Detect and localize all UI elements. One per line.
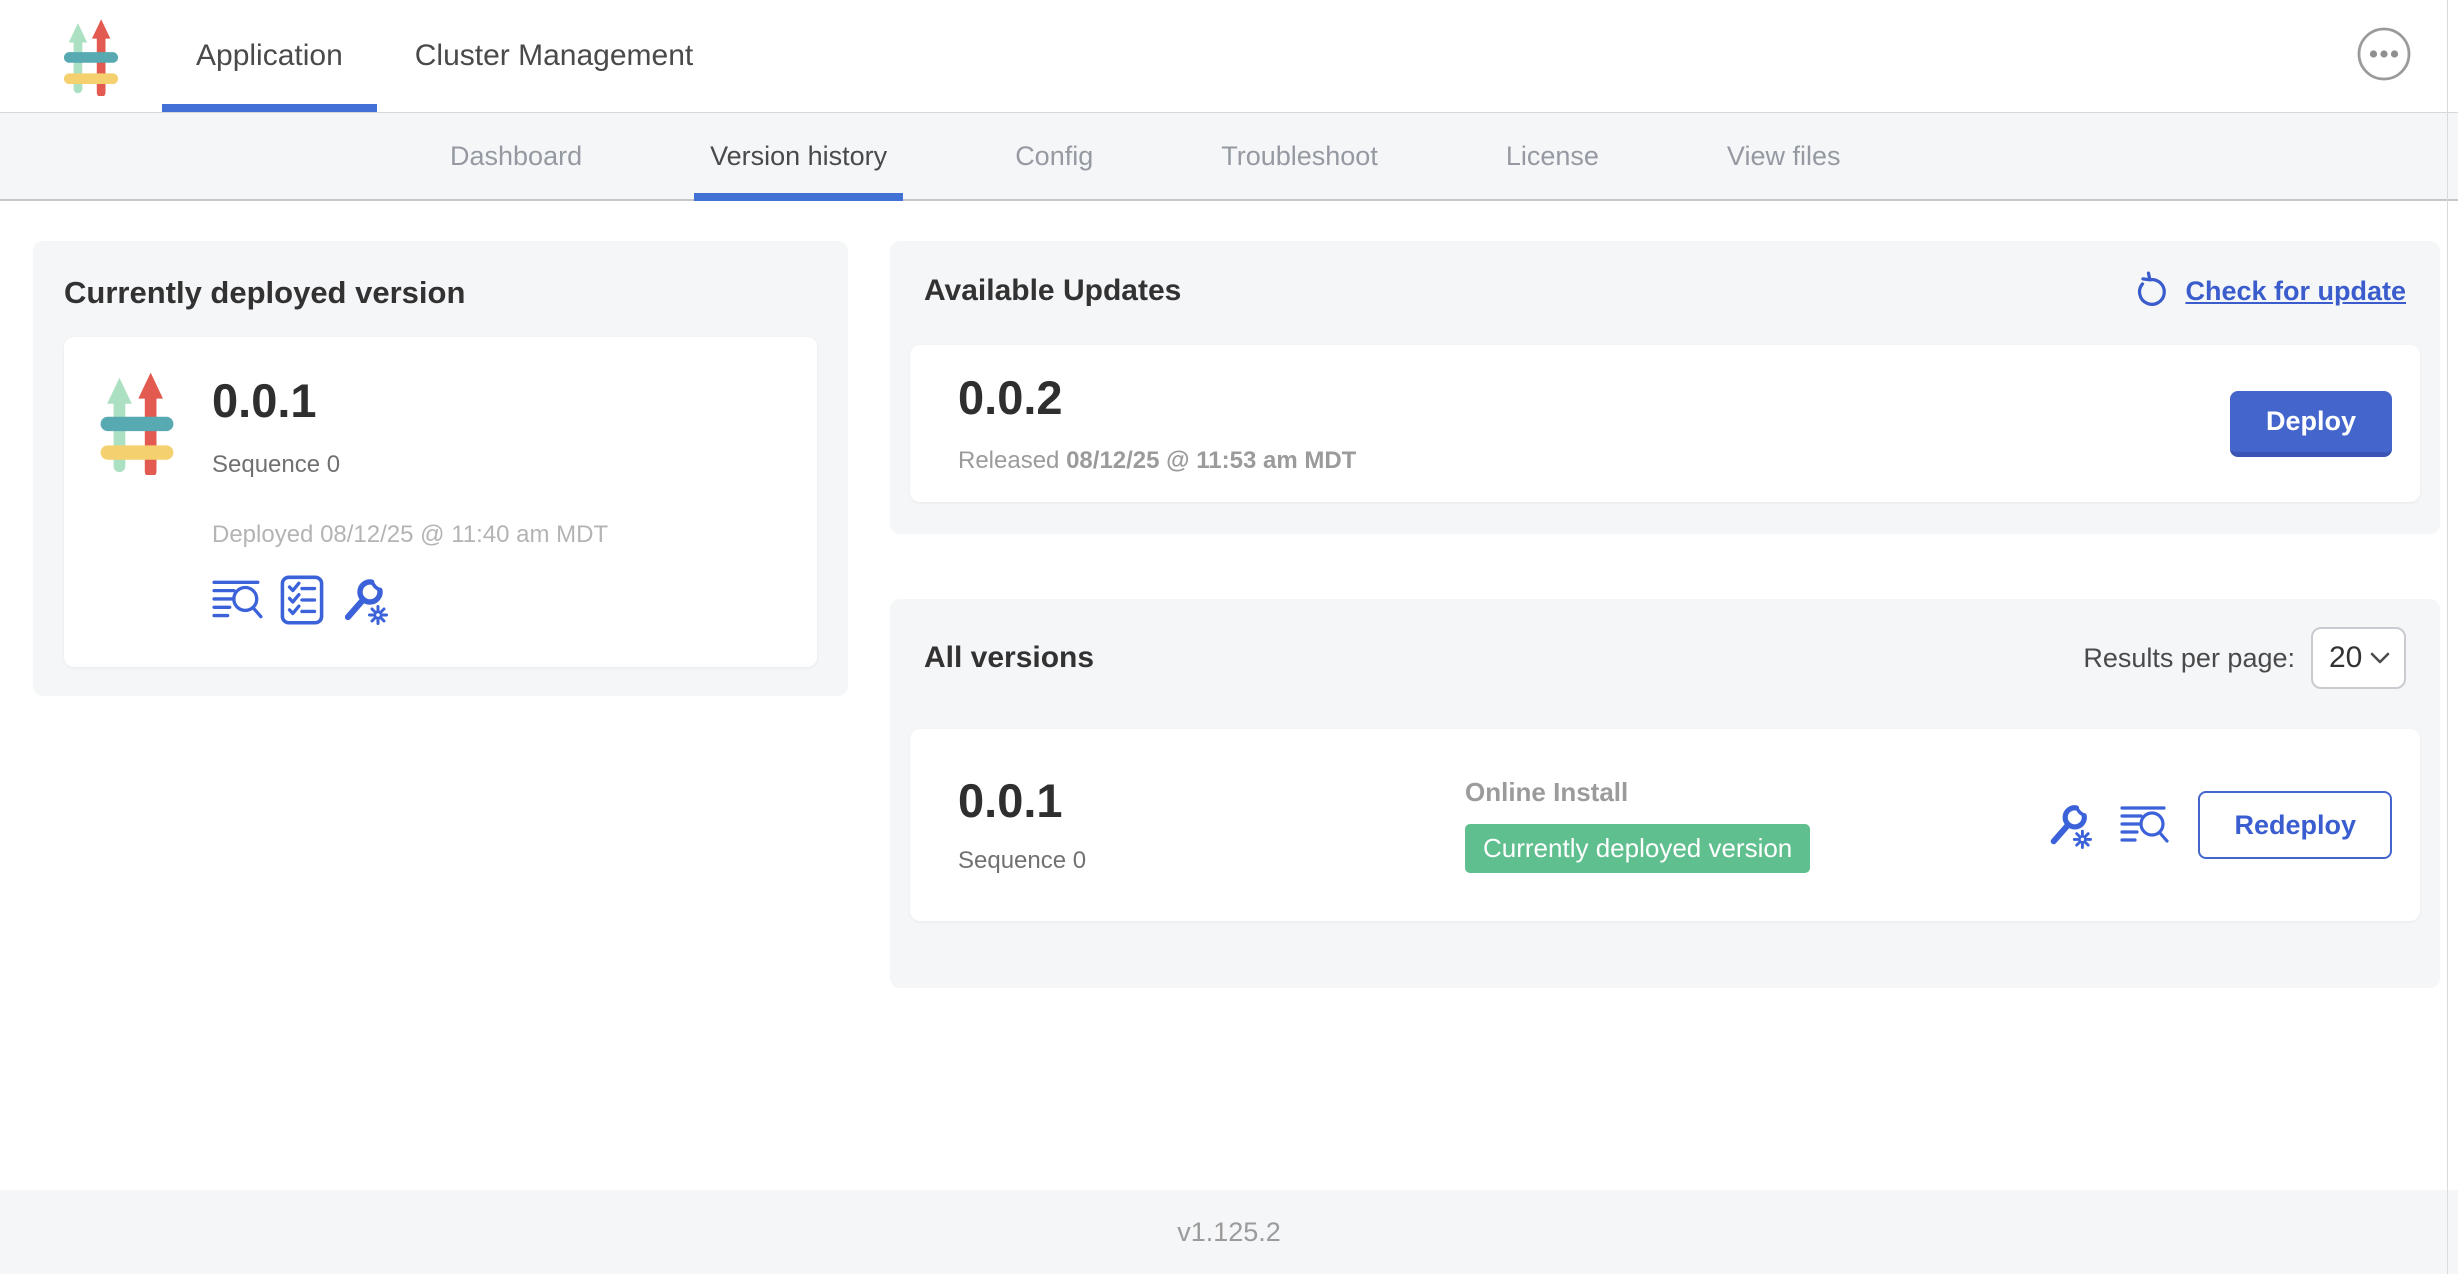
version-row: 0.0.1 Sequence 0 Online Install Currentl… [910, 729, 2420, 921]
row-version-number: 0.0.1 [958, 775, 1465, 827]
app-logo-icon [62, 16, 120, 96]
preflight-checks-icon [280, 575, 324, 625]
current-version-deployed-date: Deployed 08/12/25 @ 11:40 am MDT [212, 521, 608, 549]
available-updates-title: Available Updates [924, 274, 1181, 308]
results-per-page: Results per page: 20 [2083, 627, 2406, 689]
row-version-sequence: Sequence 0 [958, 847, 1465, 875]
released-prefix: Released [958, 447, 1066, 474]
current-version-panel: Currently deployed version 0.0.1 Sequenc… [33, 241, 848, 696]
tab-cluster-management-label: Cluster Management [415, 39, 693, 73]
tab-application[interactable]: Application [160, 0, 379, 112]
current-version-actions [212, 575, 608, 625]
more-menu-button[interactable] [2356, 26, 2412, 82]
subnav-version-history-label: Version history [710, 141, 887, 172]
subnav-tab-view-files[interactable]: View files [1663, 113, 1905, 199]
app-subnav: Dashboard Version history Config Trouble… [0, 113, 2458, 201]
results-per-page-select[interactable]: 20 [2311, 627, 2406, 689]
footer: v1.125.2 [0, 1190, 2458, 1274]
release-notes-icon [212, 577, 264, 623]
navbar-right [2356, 26, 2412, 87]
preflight-checks-button[interactable] [280, 575, 324, 625]
main-content: Currently deployed version 0.0.1 Sequenc… [0, 201, 2458, 1190]
subnav-config-label: Config [1015, 141, 1093, 172]
version-row-status: Online Install Currently deployed versio… [1465, 777, 1810, 873]
current-version-title: Currently deployed version [64, 275, 817, 311]
update-version-number: 0.0.2 [958, 372, 1356, 424]
subnav-dashboard-label: Dashboard [450, 141, 582, 172]
install-type-label: Online Install [1465, 777, 1810, 808]
versions-column: Available Updates Check for update 0.0.2… [890, 241, 2440, 1190]
available-updates-panel: Available Updates Check for update 0.0.2… [890, 241, 2440, 534]
subnav-tab-dashboard[interactable]: Dashboard [386, 113, 646, 199]
app-logo-icon [98, 369, 176, 475]
deploy-button[interactable]: Deploy [2230, 391, 2392, 457]
subnav-tab-version-history[interactable]: Version history [646, 113, 951, 199]
release-notes-icon [2120, 803, 2170, 847]
top-navbar: Application Cluster Management [0, 0, 2458, 113]
subnav-tab-license[interactable]: License [1442, 113, 1663, 199]
available-updates-header: Available Updates Check for update [910, 271, 2420, 311]
all-versions-title: All versions [924, 641, 1094, 675]
scrollbar-edge [2447, 0, 2448, 1274]
row-config-button[interactable] [2046, 801, 2092, 849]
ellipsis-circle-icon [2356, 26, 2412, 82]
current-version-sequence: Sequence 0 [212, 451, 608, 479]
currently-deployed-badge: Currently deployed version [1465, 824, 1810, 873]
version-row-actions: Redeploy [2046, 791, 2392, 859]
config-wrench-icon [340, 575, 388, 625]
update-info: 0.0.2 Released 08/12/25 @ 11:53 am MDT [958, 372, 1356, 476]
version-row-info: 0.0.1 Sequence 0 [958, 775, 1465, 875]
release-notes-button[interactable] [212, 577, 264, 623]
redeploy-button[interactable]: Redeploy [2198, 791, 2392, 859]
all-versions-header: All versions Results per page: 20 [910, 627, 2420, 689]
config-wrench-icon [2046, 801, 2092, 849]
tab-application-label: Application [196, 39, 343, 73]
released-date: 08/12/25 @ 11:53 am MDT [1066, 447, 1356, 474]
update-card: 0.0.2 Released 08/12/25 @ 11:53 am MDT D… [910, 345, 2420, 502]
primary-tabs: Application Cluster Management [160, 0, 729, 112]
view-config-button[interactable] [340, 575, 388, 625]
current-version-column: Currently deployed version 0.0.1 Sequenc… [33, 241, 848, 1190]
subnav-tab-troubleshoot[interactable]: Troubleshoot [1157, 113, 1442, 199]
update-released-date: Released 08/12/25 @ 11:53 am MDT [958, 447, 1356, 475]
current-version-card: 0.0.1 Sequence 0 Deployed 08/12/25 @ 11:… [64, 337, 817, 667]
subnav-view-files-label: View files [1727, 141, 1841, 172]
subnav-license-label: License [1506, 141, 1599, 172]
chevron-down-icon [2370, 652, 2390, 664]
subnav-troubleshoot-label: Troubleshoot [1221, 141, 1378, 172]
all-versions-panel: All versions Results per page: 20 0.0.1 … [890, 599, 2440, 988]
current-version-number: 0.0.1 [212, 375, 608, 427]
console-version: v1.125.2 [1177, 1217, 1281, 1248]
tab-cluster-management[interactable]: Cluster Management [379, 0, 729, 112]
refresh-icon [2133, 271, 2171, 311]
current-version-info: 0.0.1 Sequence 0 Deployed 08/12/25 @ 11:… [212, 361, 608, 643]
admin-console: Application Cluster Management Dashboard… [0, 0, 2458, 1274]
results-per-page-label: Results per page: [2083, 643, 2295, 674]
check-for-update-link[interactable]: Check for update [2133, 271, 2406, 311]
row-release-notes-button[interactable] [2120, 803, 2170, 847]
subnav-tab-config[interactable]: Config [951, 113, 1157, 199]
results-per-page-value: 20 [2329, 641, 2362, 675]
check-for-update-label: Check for update [2185, 276, 2406, 307]
